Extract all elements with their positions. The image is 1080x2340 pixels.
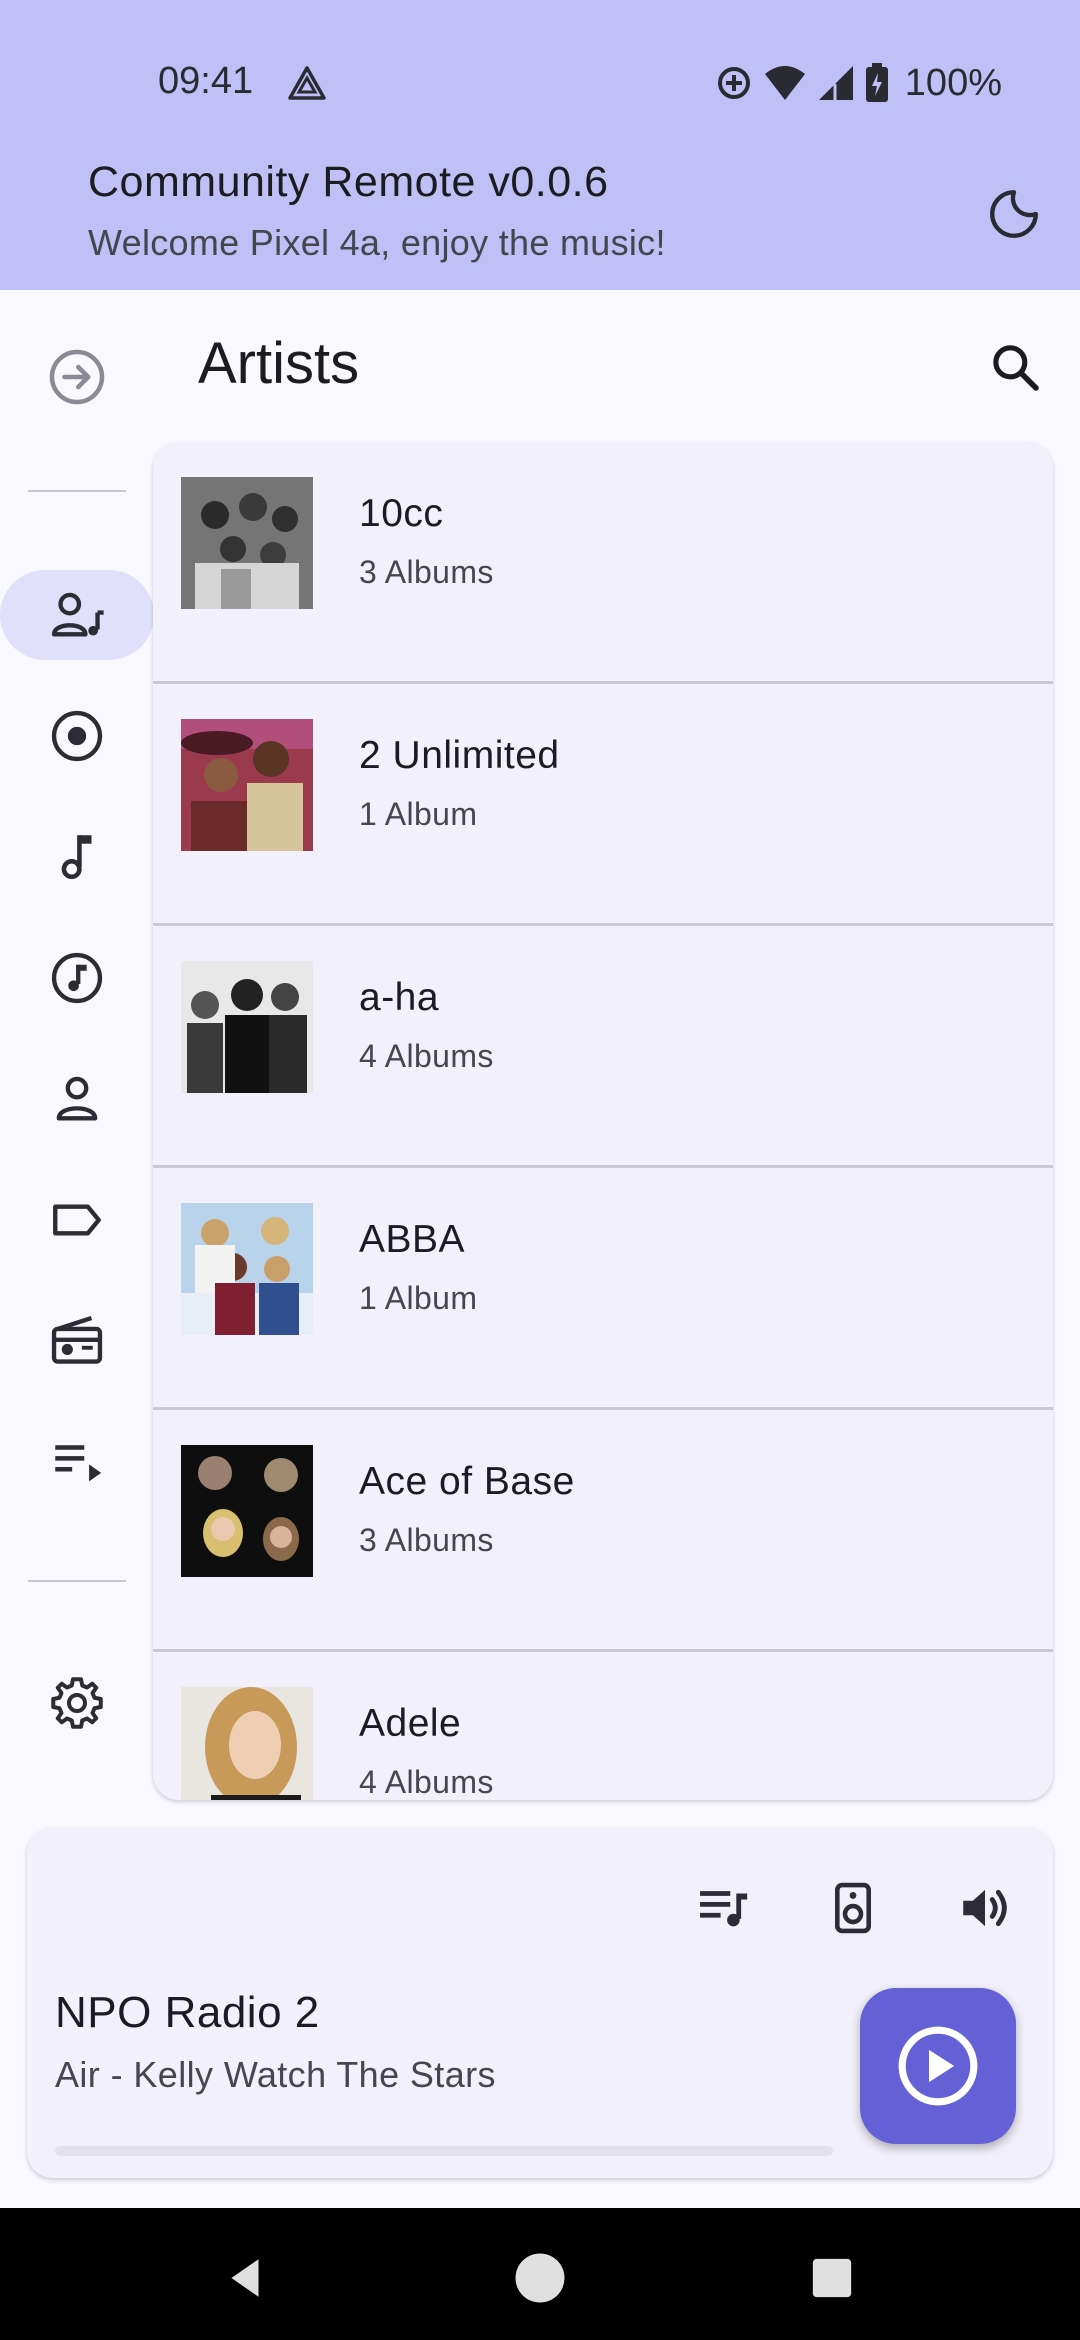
artist-row-10cc[interactable]: 10cc 3 Albums (153, 442, 1053, 684)
app-header: 09:41 100% Community Remote v0.0.6 Welco… (0, 0, 1080, 290)
playlist-play-icon (55, 1445, 102, 1482)
alert-triangle-icon (288, 66, 326, 100)
radio-icon (51, 1315, 103, 1364)
track-title: Air - Kelly Watch The Stars (55, 2054, 496, 2095)
nav-item-tags[interactable] (0, 1175, 154, 1265)
gear-icon (51, 1677, 103, 1729)
artist-row-ace-of-base[interactable]: Ace of Base 3 Albums (153, 1410, 1053, 1652)
artist-name: Adele (359, 1702, 462, 1745)
arrow-right-circle-icon (49, 349, 105, 405)
artist-row-abba[interactable]: ABBA 1 Album (153, 1168, 1053, 1410)
artist-list[interactable]: 10cc 3 Albums 2 Unlimited 1 Album a-ha 4… (153, 442, 1053, 1800)
nav-item-composers[interactable] (0, 1054, 154, 1144)
nav-item-settings[interactable] (0, 1658, 154, 1748)
rail-divider-bottom (28, 1580, 126, 1582)
artist-thumbnail (181, 1687, 313, 1800)
artist-icon (51, 592, 104, 637)
artist-album-count: 3 Albums (359, 554, 494, 590)
theme-toggle-button[interactable] (980, 180, 1048, 248)
battery-percentage: 100% (904, 61, 1002, 104)
artist-name: Ace of Base (359, 1460, 575, 1503)
nav-item-artists[interactable] (0, 570, 154, 660)
back-button[interactable] (206, 2238, 286, 2318)
artist-row-a-ha[interactable]: a-ha 4 Albums (153, 926, 1053, 1168)
home-icon (515, 2253, 565, 2303)
album-icon (51, 710, 103, 762)
station-name: NPO Radio 2 (55, 1988, 320, 2037)
artist-thumbnail (181, 1445, 313, 1577)
play-circle-icon (898, 2026, 978, 2106)
recents-button[interactable] (792, 2238, 872, 2318)
queue-music-icon (700, 1891, 748, 1927)
nav-item-genres[interactable] (0, 933, 154, 1023)
now-playing-panel: NPO Radio 2 Air - Kelly Watch The Stars (27, 1828, 1053, 2178)
nav-item-playlists[interactable] (0, 1417, 154, 1507)
nav-item-radio[interactable] (0, 1296, 154, 1386)
volume-button[interactable] (945, 1868, 1025, 1948)
artist-thumbnail (181, 961, 313, 1093)
person-icon (56, 1076, 98, 1121)
home-button[interactable] (500, 2238, 580, 2318)
status-time: 09:41 (158, 60, 254, 102)
recents-icon (812, 2258, 852, 2298)
label-icon (53, 1204, 101, 1236)
queue-button[interactable] (683, 1868, 763, 1948)
artist-album-count: 4 Albums (359, 1038, 494, 1074)
music-circle-icon (51, 952, 103, 1004)
artist-thumbnail (181, 719, 313, 851)
artist-name: a-ha (359, 976, 440, 1019)
page-title: Artists (198, 331, 360, 396)
back-icon (231, 2259, 259, 2297)
nav-rail-expand-button[interactable] (44, 344, 110, 410)
search-icon (993, 345, 1039, 391)
system-navigation-bar (0, 2208, 1080, 2340)
rail-divider-top (28, 490, 126, 492)
artist-album-count: 3 Albums (359, 1522, 494, 1558)
play-button[interactable] (860, 1988, 1016, 2144)
artist-thumbnail (181, 1203, 313, 1335)
artist-album-count: 1 Album (359, 796, 478, 832)
artist-row-adele[interactable]: Adele 4 Albums (153, 1652, 1053, 1800)
output-device-button[interactable] (813, 1868, 893, 1948)
artist-thumbnail (181, 477, 313, 609)
playback-progress-bar[interactable] (55, 2146, 833, 2156)
nav-item-albums[interactable] (0, 691, 154, 781)
speaker-icon (834, 1882, 872, 1934)
cell-signal-icon (818, 66, 853, 100)
data-saver-icon (717, 67, 750, 99)
music-note-icon (61, 835, 92, 880)
nav-item-tracks[interactable] (0, 812, 154, 902)
status-icons: 100% (715, 58, 1002, 108)
artist-album-count: 1 Album (359, 1280, 478, 1316)
battery-charging-icon (865, 63, 888, 102)
search-button[interactable] (980, 332, 1050, 402)
wifi-icon (764, 66, 805, 100)
app-title: Community Remote v0.0.6 (88, 158, 609, 206)
artist-album-count: 4 Albums (359, 1764, 494, 1800)
artist-name: 10cc (359, 492, 444, 535)
artist-row-2-unlimited[interactable]: 2 Unlimited 1 Album (153, 684, 1053, 926)
artist-name: 2 Unlimited (359, 734, 560, 777)
welcome-subtitle: Welcome Pixel 4a, enjoy the music! (88, 222, 666, 263)
volume-icon (963, 1889, 1007, 1927)
artist-name: ABBA (359, 1218, 466, 1261)
moon-icon (990, 190, 1038, 238)
